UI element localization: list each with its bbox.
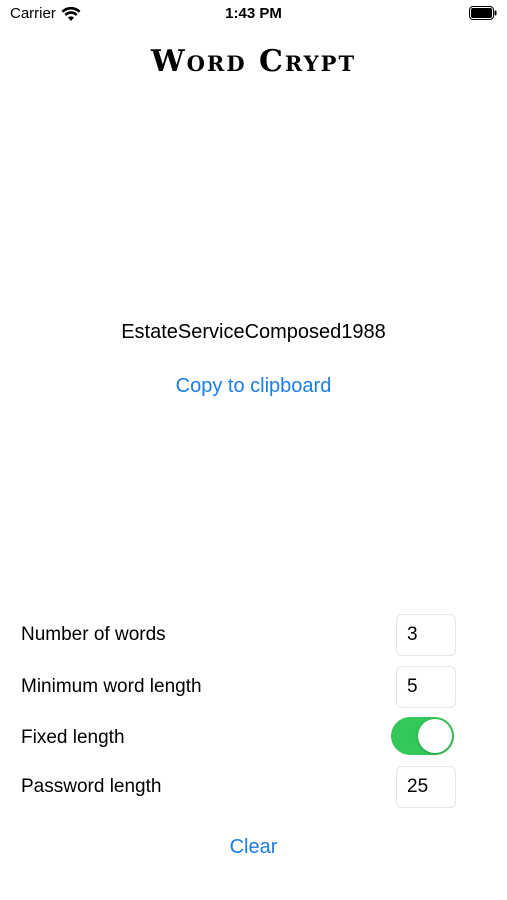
password-length-row: Password length 25 (0, 764, 507, 808)
minimum-word-length-field[interactable]: 5 (396, 666, 456, 708)
number-of-words-label: Number of words (21, 624, 166, 645)
fixed-length-row: Fixed length (0, 715, 507, 759)
fixed-length-label: Fixed length (21, 727, 125, 748)
minimum-word-length-label: Minimum word length (21, 676, 202, 697)
number-of-words-field[interactable]: 3 (396, 614, 456, 656)
generated-password: EstateServiceComposed1988 (121, 321, 386, 343)
app-title: Word Crypt (150, 44, 357, 79)
toggle-knob (418, 719, 452, 753)
copy-to-clipboard-button[interactable]: Copy to clipboard (0, 375, 507, 398)
status-time: 1:43 PM (225, 5, 282, 22)
minimum-word-length-row: Minimum word length 5 (0, 664, 507, 708)
number-of-words-row: Number of words 3 (0, 612, 507, 656)
battery-icon (469, 6, 497, 20)
password-length-label: Password length (21, 776, 162, 797)
clear-button[interactable]: Clear (0, 836, 507, 859)
fixed-length-toggle[interactable] (391, 717, 454, 755)
status-bar: Carrier 1:43 PM (0, 0, 507, 28)
password-length-field[interactable]: 25 (396, 766, 456, 808)
